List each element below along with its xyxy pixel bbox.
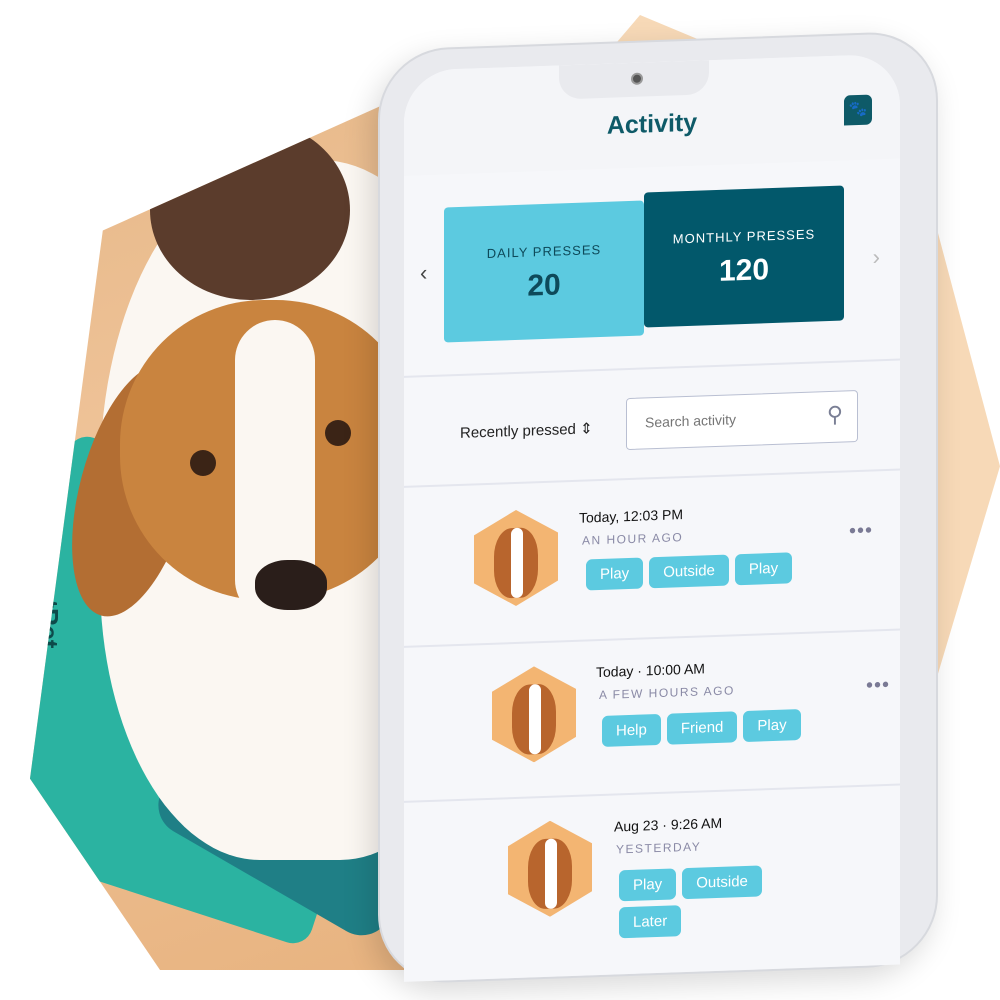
monthly-presses-value: 120 bbox=[718, 253, 770, 288]
dog-avatar bbox=[474, 508, 558, 607]
camera-icon bbox=[631, 72, 643, 85]
activity-ago: A FEW HOURS AGO bbox=[599, 683, 735, 703]
tag-button[interactable]: Play bbox=[586, 557, 644, 591]
phone-mockup: Activity 🐾 ‹ DAILY PRESSES 20 MONTHLY PR… bbox=[378, 30, 938, 985]
sort-updown-icon: ⇕ bbox=[580, 420, 593, 438]
search-icon[interactable]: ⚲ bbox=[827, 402, 843, 429]
search-input[interactable] bbox=[645, 408, 805, 431]
more-options-icon[interactable]: ••• bbox=[849, 519, 873, 543]
activity-time: Aug 23 · 9:26 AM bbox=[614, 814, 723, 835]
daily-presses-card[interactable]: DAILY PRESSES 20 bbox=[444, 200, 644, 343]
activity-time: Today, 12:03 PM bbox=[579, 506, 684, 526]
tag-button[interactable]: Help bbox=[602, 713, 661, 747]
dog-nose bbox=[255, 560, 327, 610]
chevron-left-icon[interactable]: ‹ bbox=[420, 260, 427, 286]
activity-ago: YESTERDAY bbox=[616, 839, 702, 857]
page-title: Activity bbox=[606, 108, 698, 140]
sort-dropdown[interactable]: Recently pressed ⇕ bbox=[460, 419, 593, 442]
paw-chat-icon[interactable]: 🐾 bbox=[844, 94, 872, 126]
mat-logo: FluentPet bbox=[34, 530, 64, 649]
activity-item[interactable]: Aug 23 · 9:26 AM YESTERDAY Play Outside … bbox=[404, 789, 900, 956]
sort-label: Recently pressed bbox=[460, 420, 576, 442]
daily-presses-label: DAILY PRESSES bbox=[486, 241, 602, 261]
tag-button[interactable]: Outside bbox=[649, 554, 729, 589]
monthly-presses-label: MONTHLY PRESSES bbox=[672, 226, 816, 247]
daily-presses-value: 20 bbox=[527, 268, 561, 303]
activity-time: Today · 10:00 AM bbox=[596, 660, 705, 681]
search-box[interactable]: ⚲ bbox=[626, 390, 858, 451]
tag-button[interactable]: Later bbox=[619, 905, 682, 939]
divider bbox=[404, 358, 900, 378]
dog-avatar bbox=[492, 665, 576, 764]
stats-carousel: ‹ DAILY PRESSES 20 MONTHLY PRESSES 120 › bbox=[404, 184, 900, 361]
monthly-presses-card[interactable]: MONTHLY PRESSES 120 bbox=[644, 185, 844, 328]
tag-button[interactable]: Friend bbox=[666, 711, 738, 745]
more-options-icon[interactable]: ••• bbox=[866, 674, 890, 698]
activity-item[interactable]: Today · 10:00 AM A FEW HOURS AGO Help Fr… bbox=[404, 634, 900, 801]
dog-back-patch bbox=[150, 120, 350, 300]
dog-eye bbox=[190, 450, 216, 476]
phone-screen: Activity 🐾 ‹ DAILY PRESSES 20 MONTHLY PR… bbox=[404, 53, 900, 982]
tag-button[interactable]: Outside bbox=[682, 865, 762, 900]
dog-eye bbox=[325, 420, 351, 446]
activity-ago: AN HOUR AGO bbox=[582, 530, 684, 548]
activity-tags: Play Outside Later bbox=[619, 865, 779, 939]
tag-button[interactable]: Play bbox=[734, 552, 793, 586]
activity-tags: Help Friend Play bbox=[602, 709, 812, 747]
phone-notch bbox=[559, 60, 709, 100]
tag-button[interactable]: Play bbox=[619, 868, 677, 902]
chevron-right-icon[interactable]: › bbox=[873, 244, 880, 270]
tag-button[interactable]: Play bbox=[743, 709, 801, 743]
activity-item[interactable]: Today, 12:03 PM AN HOUR AGO Play Outside… bbox=[404, 479, 900, 646]
activity-tags: Play Outside Play bbox=[586, 552, 796, 591]
dog-avatar bbox=[508, 819, 592, 918]
